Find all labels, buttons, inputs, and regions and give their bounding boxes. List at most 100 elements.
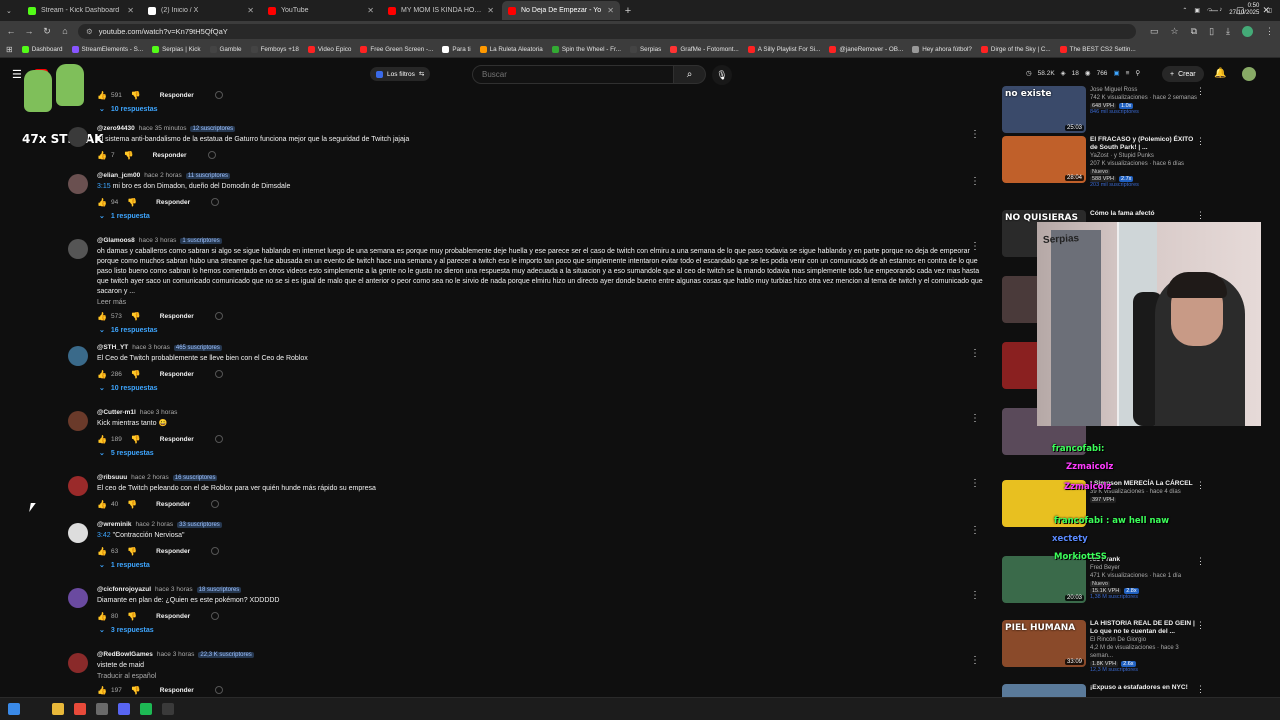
comment-avatar[interactable] [68,653,88,673]
browser-tab[interactable]: No Deja De Empezar - Yo ✕ [502,1,620,20]
bookmark-item[interactable]: Femboys +18 [250,45,299,53]
download-icon[interactable]: ⤓ [1226,26,1230,37]
site-info-icon[interactable]: ⚙ [86,27,93,36]
video-menu-icon[interactable]: ⋮ [1196,86,1205,97]
comment-author[interactable]: @Glamoos8 [97,237,135,244]
dislike-icon[interactable]: 👎 [124,151,134,160]
channel-name[interactable]: El Rincón De Giorgio [1090,636,1198,644]
back-icon[interactable]: ← [6,26,16,36]
dislike-icon[interactable]: 👎 [131,435,141,444]
comment-avatar[interactable] [68,588,88,608]
view-replies-button[interactable]: ⌄ 1 respuesta [99,561,988,570]
comment-menu-icon[interactable]: ⋮ [970,129,980,140]
like-icon[interactable]: 👍 [97,370,107,379]
browser-tab[interactable]: YouTube ✕ [262,1,380,20]
bookmark-item[interactable]: Serpias [629,45,661,53]
browser-menu-icon[interactable]: ⋮ [1265,26,1274,37]
video-thumbnail[interactable]: no existe 25:03 [1002,86,1086,133]
like-icon[interactable]: 👍 [97,500,107,509]
tab-close-icon[interactable]: ✕ [247,6,254,15]
comment-author[interactable]: @zero94430 [97,125,135,132]
like-icon[interactable]: 👍 [97,312,107,321]
comment-time[interactable]: hace 2 horas [131,474,169,481]
comment-menu-icon[interactable]: ⋮ [970,348,980,359]
comment-author[interactable]: @wreminik [97,521,132,528]
bookmark-item[interactable]: Dashboard [21,45,63,53]
comment-time[interactable]: hace 3 horas [155,586,193,593]
video-menu-icon[interactable]: ⋮ [1196,620,1205,631]
dislike-icon[interactable]: 👎 [127,612,137,621]
url-input[interactable]: ⚙ youtube.com/watch?v=Kn79tH5QfQaY [78,23,1137,39]
discord-taskbar-icon[interactable] [118,703,130,715]
comment-avatar[interactable] [68,127,88,147]
tab-close-icon[interactable]: ✕ [127,6,134,15]
video-menu-icon[interactable]: ⋮ [1196,684,1205,695]
comment-menu-icon[interactable]: ⋮ [970,590,980,601]
tab-close-icon[interactable]: ✕ [367,6,374,15]
comment-author[interactable]: @RedBowlGames [97,651,153,658]
notifications-bell-icon[interactable]: 🔔 [1214,68,1226,79]
bookmark-item[interactable]: La Ruleta Aleatoria [479,45,543,53]
reply-button[interactable]: Responder [160,371,194,378]
files-taskbar-icon[interactable] [52,703,64,715]
reply-button[interactable]: Responder [160,687,194,694]
view-replies-button[interactable]: ⌄ 3 respuestas [99,626,988,635]
dislike-icon[interactable]: 👎 [127,547,137,556]
video-menu-icon[interactable]: ⋮ [1196,210,1205,221]
bookmark-item[interactable]: Dirge of the Sky | C... [980,45,1051,53]
comment-menu-icon[interactable]: ⋮ [970,655,980,666]
filters-button[interactable]: Los filtros ⇆ [370,67,431,81]
comment-avatar[interactable] [68,174,88,194]
browser-tab[interactable]: (2) Inicio / X ✕ [142,1,260,20]
comment-author[interactable]: @ribsuuu [97,474,127,481]
like-icon[interactable]: 👍 [97,91,107,100]
comment-menu-icon[interactable]: ⋮ [970,478,980,489]
search-taskbar-icon[interactable] [30,703,42,715]
read-more-link[interactable]: Leer más [97,299,988,306]
comment-menu-icon[interactable]: ⋮ [970,525,980,536]
comment-avatar[interactable] [68,239,88,259]
bookmark-item[interactable]: Hey ahora fútbol? [912,45,972,53]
dislike-icon[interactable]: 👎 [131,686,141,695]
like-icon[interactable]: 👍 [97,686,107,695]
reply-button[interactable]: Responder [156,613,190,620]
recommended-video[interactable]: ¡Expuso a estafadores en NYC! ⋮ [1000,684,1210,698]
comment-menu-icon[interactable]: ⋮ [970,413,980,424]
bookmark-star-icon[interactable]: ☆ [1171,26,1179,37]
reply-button[interactable]: Responder [156,501,190,508]
comment-author[interactable]: @STH_YT [97,344,128,351]
voice-search-button[interactable]: 🎙 [712,65,732,85]
create-button[interactable]: + Crear [1162,66,1204,82]
reply-button[interactable]: Responder [160,313,194,320]
view-replies-button[interactable]: ⌄ 16 respuestas [99,326,988,335]
comment-time[interactable]: hace 3 horas [157,651,195,658]
cast-icon[interactable]: ▭ [1150,26,1159,37]
timestamp-link[interactable]: 3:42 [97,532,111,539]
windows-taskbar-icon[interactable] [8,703,20,715]
comment-avatar[interactable] [68,523,88,543]
like-icon[interactable]: 👍 [97,547,107,556]
video-thumbnail[interactable]: 28:04 [1002,136,1086,183]
bookmark-item[interactable]: Serpias | Kick [152,45,201,53]
comment-time[interactable]: hace 3 horas [140,409,178,416]
reply-button[interactable]: Responder [156,199,190,206]
video-thumbnail[interactable] [1002,684,1086,698]
recommended-video[interactable]: PIEL HUMANA 33:09 LA HISTORIA REAL DE ED G… [1000,620,1210,684]
bookmark-item[interactable]: GrafMe - Fotomont... [670,45,739,53]
tray-app-icon[interactable]: ▣ [1194,7,1200,14]
obs-taskbar-icon[interactable] [162,703,174,715]
comment-avatar[interactable] [68,346,88,366]
sidepanel-icon[interactable]: ▯ [1209,26,1214,37]
like-icon[interactable]: 👍 [97,435,107,444]
view-replies-button[interactable]: ⌄ 10 respuestas [99,384,988,393]
reply-button[interactable]: Responder [160,92,194,99]
comment-avatar[interactable] [68,476,88,496]
forward-icon[interactable]: → [24,26,34,36]
reply-button[interactable]: Responder [160,436,194,443]
comment-menu-icon[interactable]: ⋮ [970,241,980,252]
notifications-icon[interactable]: ◫ [1266,7,1272,14]
comment-author[interactable]: @elian_jcm00 [97,172,140,179]
video-title[interactable]: Cómo la fama afectó [1090,210,1198,218]
bookmark-item[interactable]: @janeRemover - OB... [829,45,903,53]
comment-avatar[interactable] [68,411,88,431]
